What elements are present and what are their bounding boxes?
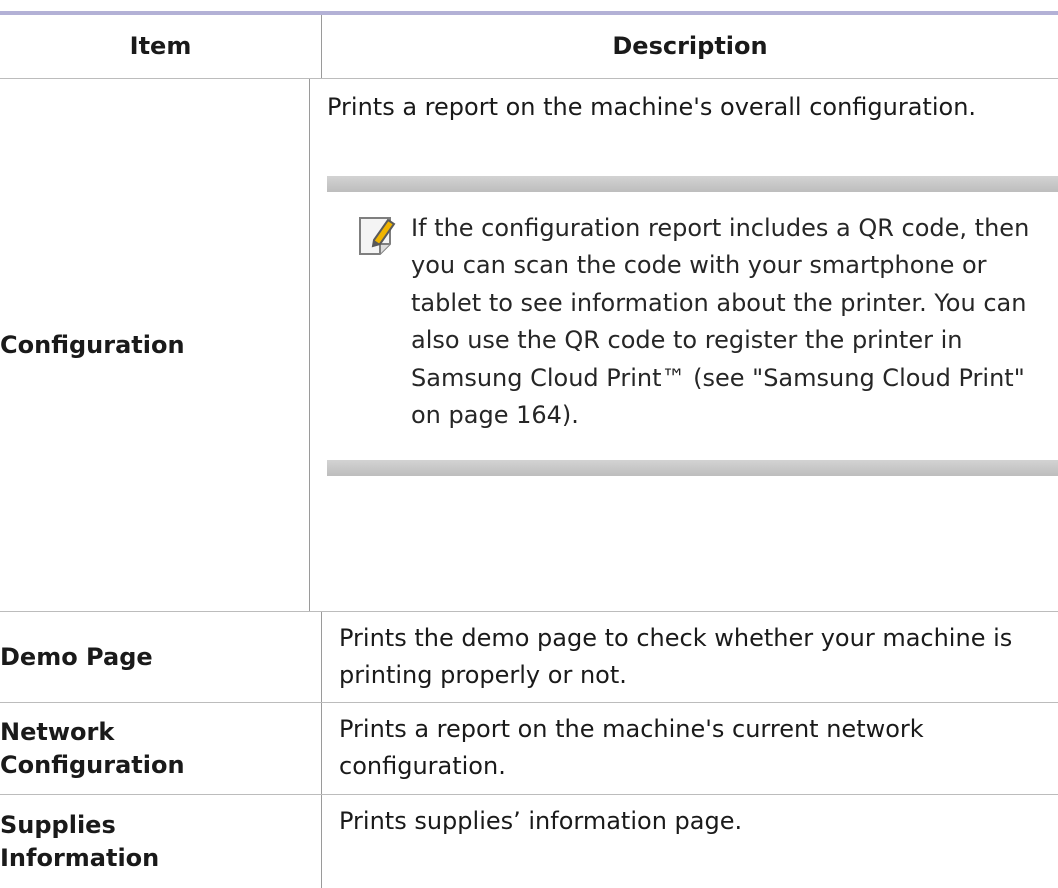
- description-text: Prints a report on the machine's overall…: [327, 93, 977, 121]
- table-row: Network Configuration Prints a report on…: [0, 703, 1058, 795]
- note-text: If the configuration report includes a Q…: [411, 214, 1030, 430]
- row-description: Prints a report on the machine's overall…: [310, 79, 1058, 611]
- row-item-label: Configuration: [0, 79, 310, 611]
- row-item-label: Network Configuration: [0, 703, 322, 794]
- report-items-table: Item Description Configuration Prints a …: [0, 11, 1058, 888]
- note-pencil-icon: [359, 217, 396, 255]
- row-item-label: Demo Page: [0, 612, 322, 702]
- item-text-line1: Supplies: [0, 810, 116, 839]
- item-text-line2: Configuration: [0, 750, 185, 779]
- row-item-label: Supplies Information: [0, 795, 322, 888]
- row-description: Prints the demo page to check whether yo…: [339, 624, 1013, 689]
- row-description: Prints supplies’ information page.: [339, 807, 743, 835]
- table-row: Supplies Information Prints supplies’ in…: [0, 795, 1058, 888]
- table-row: Demo Page Prints the demo page to check …: [0, 612, 1058, 703]
- row-description: Prints a report on the machine's current…: [339, 715, 924, 780]
- note-bar-bottom: [327, 460, 1058, 476]
- item-text-line2: Information: [0, 843, 160, 872]
- header-description: Description: [612, 32, 768, 60]
- table-row: Configuration Prints a report on the mac…: [0, 79, 1058, 612]
- header-item: Item: [0, 15, 322, 78]
- item-text-line1: Network: [0, 717, 115, 746]
- table-header-row: Item Description: [0, 15, 1058, 79]
- note-bar-top: [327, 176, 1058, 192]
- item-text: Configuration: [0, 330, 185, 359]
- item-text: Demo Page: [0, 642, 153, 671]
- note-box: If the configuration report includes a Q…: [327, 176, 1058, 476]
